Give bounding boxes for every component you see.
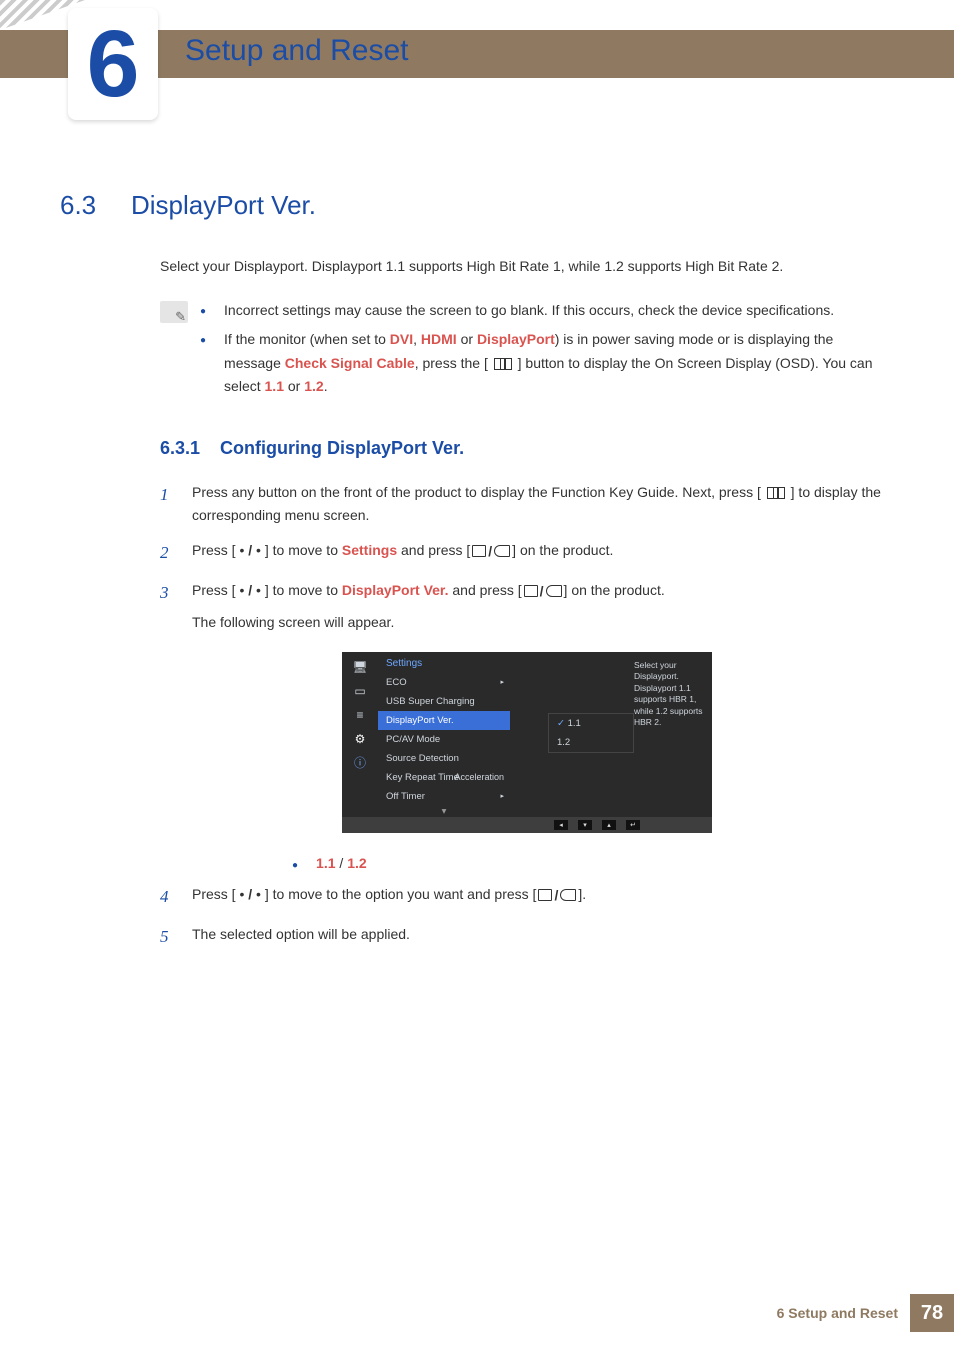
osd-value: Acceleration [454, 772, 504, 782]
osd-screenshot: 🖥 ▭ ≡ ⚙ ⓘ Settings ECO▸ USB Super Chargi… [342, 652, 712, 833]
bullet-icon: ● [200, 333, 206, 397]
step-text: Press [ • / • ] to move to the option yo… [192, 883, 894, 911]
chevron-right-icon: ▸ [500, 678, 504, 686]
section-title: DisplayPort Ver. [131, 190, 316, 221]
osd-item-eco: ECO▸ [378, 673, 510, 692]
osd-item-pcav: PC/AV Mode [378, 730, 510, 749]
section-heading: 6.3 DisplayPort Ver. [60, 190, 894, 221]
chapter-badge: 6 [68, 8, 158, 120]
step-number: 1 [160, 481, 174, 527]
nav-up-icon: ▴ [602, 820, 616, 830]
page-content: 6.3 DisplayPort Ver. Select your Display… [60, 190, 894, 963]
step-number: 2 [160, 539, 174, 567]
chevron-down-icon: ▾ [378, 806, 510, 817]
osd-item-displayport-ver: DisplayPort Ver. [378, 711, 510, 730]
displayport-label: DisplayPort [477, 331, 555, 347]
osd-option-1-2: 1.2 [549, 733, 633, 752]
step-text: Press any button on the front of the pro… [192, 481, 894, 527]
step-number: 5 [160, 923, 174, 951]
osd-description: Select your Displayport. Displayport 1.1… [628, 652, 712, 817]
menu-button-icon [494, 358, 512, 370]
ver-1-2: 1.2 [304, 378, 323, 394]
step-row: 3 Press [ • / • ] to move to DisplayPort… [160, 579, 894, 634]
chapter-number: 6 [87, 17, 140, 112]
chapter-title: Setup and Reset [185, 34, 409, 68]
step-text: Press [ • / • ] to move to Settings and … [192, 539, 894, 567]
subsection-title: Configuring DisplayPort Ver. [220, 438, 464, 459]
osd-item-off-timer: Off Timer▸ [378, 787, 510, 806]
osd-item-key-repeat: Key Repeat TimeAcceleration [378, 768, 510, 787]
gear-icon: ⚙ [351, 732, 369, 746]
step-number: 3 [160, 579, 174, 634]
displayport-ver-label: DisplayPort Ver. [342, 582, 449, 598]
note-item: ● Incorrect settings may cause the scree… [200, 299, 894, 322]
value-options-line: ● 1.1 / 1.2 [292, 855, 894, 871]
subsection-number: 6.3.1 [160, 438, 200, 459]
step-row: 1 Press any button on the front of the p… [160, 481, 894, 527]
ver-1-1: 1.1 [316, 855, 335, 871]
intro-paragraph: Select your Displayport. Displayport 1.1… [160, 255, 894, 277]
step-followup: The following screen will appear. [192, 611, 894, 634]
osd-heading: Settings [378, 652, 510, 673]
osd-footer-nav: ◂ ▾ ▴ ↵ [342, 817, 712, 833]
note-text: If the monitor (when set to DVI, HDMI or… [224, 328, 894, 397]
picture-icon: ▭ [351, 684, 369, 698]
osd-dropdown: 1.1 1.2 [548, 713, 634, 753]
bullet-icon: ● [292, 860, 298, 871]
info-icon: ⓘ [351, 756, 369, 770]
ver-1-2: 1.2 [347, 855, 366, 871]
hdmi-label: HDMI [421, 331, 457, 347]
step-row: 4 Press [ • / • ] to move to the option … [160, 883, 894, 911]
ver-1-1: 1.1 [265, 378, 284, 394]
check-signal-cable-label: Check Signal Cable [285, 355, 415, 371]
note-icon [160, 301, 188, 323]
osd-item-usb: USB Super Charging [378, 692, 510, 711]
subsection-heading: 6.3.1 Configuring DisplayPort Ver. [160, 438, 894, 459]
step-text: Press [ • / • ] to move to DisplayPort V… [192, 579, 894, 634]
enter-button-icon: / [524, 580, 562, 603]
monitor-icon: 🖥 [351, 660, 369, 674]
footer-page-number: 78 [910, 1294, 954, 1332]
chevron-right-icon: ▸ [500, 792, 504, 800]
page-footer: 6 Setup and Reset 78 [777, 1294, 954, 1332]
step-number: 4 [160, 883, 174, 911]
menu-button-icon [767, 487, 785, 499]
osd-menu-column: Settings ECO▸ USB Super Charging Display… [378, 652, 510, 817]
note-callout: ● Incorrect settings may cause the scree… [160, 299, 894, 403]
footer-chapter-label: 6 Setup and Reset [777, 1305, 898, 1321]
note-text: Incorrect settings may cause the screen … [224, 299, 834, 322]
nav-left-icon: ◂ [554, 820, 568, 830]
enter-button-icon: / [472, 540, 510, 563]
note-item: ● If the monitor (when set to DVI, HDMI … [200, 328, 894, 397]
nav-enter-icon: ↵ [626, 820, 640, 830]
section-number: 6.3 [60, 190, 105, 221]
osd-item-source: Source Detection [378, 749, 510, 768]
step-row: 2 Press [ • / • ] to move to Settings an… [160, 539, 894, 567]
osd-option-1-1: 1.1 [549, 714, 633, 733]
step-row: 5 The selected option will be applied. [160, 923, 894, 951]
steps-list: 1 Press any button on the front of the p… [160, 481, 894, 951]
nav-down-icon: ▾ [578, 820, 592, 830]
step-text: The selected option will be applied. [192, 923, 894, 951]
enter-button-icon: / [538, 884, 576, 907]
settings-label: Settings [342, 542, 397, 558]
list-icon: ≡ [351, 708, 369, 722]
dvi-label: DVI [390, 331, 413, 347]
bullet-icon: ● [200, 304, 206, 322]
osd-sidebar: 🖥 ▭ ≡ ⚙ ⓘ [342, 652, 378, 817]
note-list: ● Incorrect settings may cause the scree… [200, 299, 894, 403]
